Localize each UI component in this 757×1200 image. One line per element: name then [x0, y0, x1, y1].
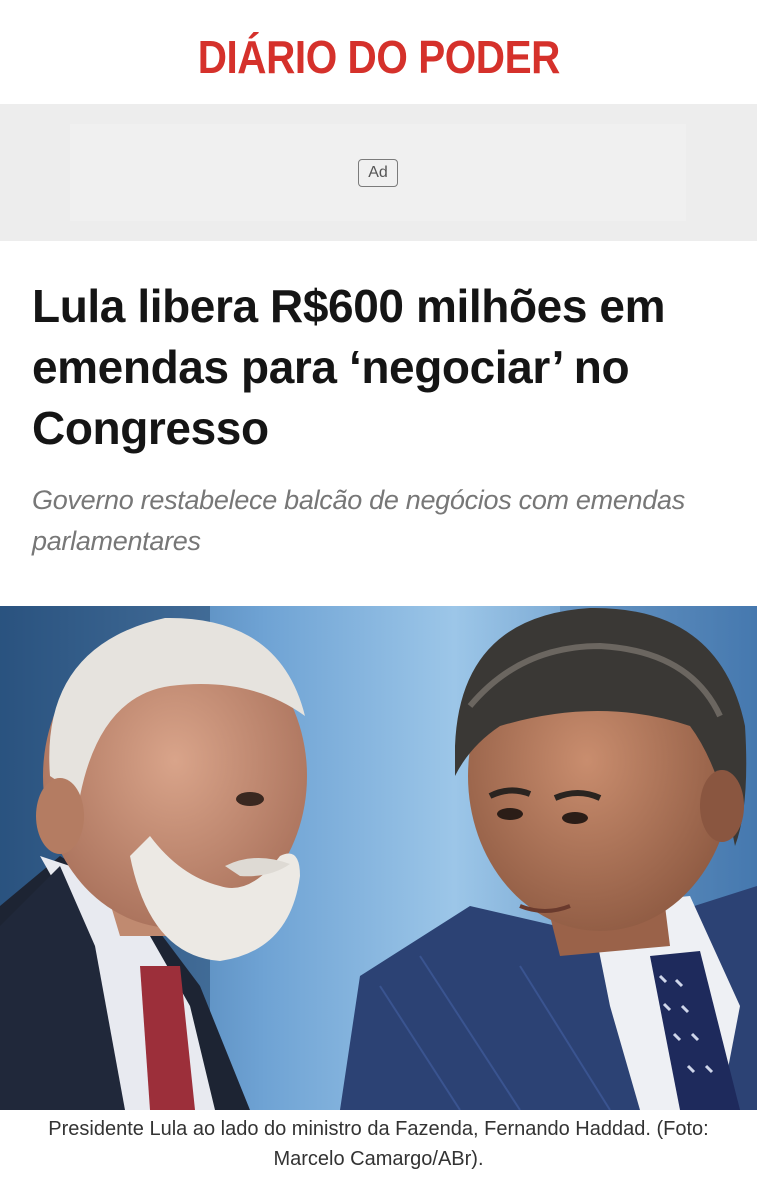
article-photo[interactable]: [0, 606, 757, 1110]
site-logo[interactable]: DIÁRIO DO PODER: [197, 30, 560, 84]
article-subtitle: Governo restabelece balcão de negócios c…: [32, 485, 685, 556]
photo-caption: Presidente Lula ao lado do ministro da F…: [48, 1118, 709, 1170]
ad-badge: Ad: [358, 159, 398, 187]
site-header: DIÁRIO DO PODER: [0, 0, 757, 104]
photo-illustration: [0, 606, 757, 1110]
article-headline: Lula libera R$600 milhões em emendas par…: [32, 280, 666, 454]
